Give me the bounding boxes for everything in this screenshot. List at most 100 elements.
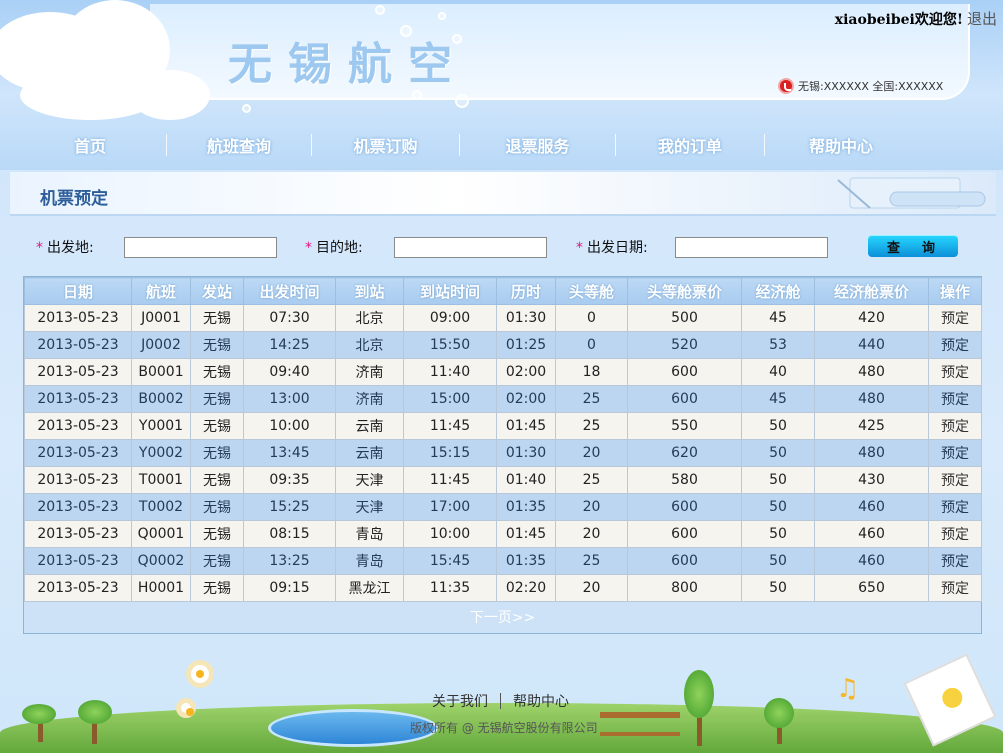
table-row: 2013-05-23 B0002 无锡 13:00 济南 15:00 02:00 25 600 4…	[24, 385, 982, 413]
table-cell: 08:15	[243, 520, 336, 548]
table-row: 2013-05-23 Q0001 无锡 08:15 青岛 10:00 01:45 20 600 5…	[24, 520, 982, 548]
table-cell: 15:50	[403, 331, 497, 359]
table-cell: 02:00	[496, 358, 556, 386]
logout-link[interactable]: 退出	[967, 8, 997, 29]
table-cell: 01:40	[496, 466, 556, 494]
nav-item-home[interactable]: 首页	[14, 133, 166, 157]
date-input[interactable]	[675, 237, 828, 258]
bubble-decoration	[438, 12, 446, 20]
table-cell: 02:00	[496, 385, 556, 413]
table-cell: 50	[741, 412, 815, 440]
table-cell: Q0002	[131, 547, 191, 575]
table-cell: 45	[741, 385, 815, 413]
table-cell: 无锡	[190, 412, 244, 440]
tree-decoration	[684, 670, 714, 718]
table-cell: J0002	[131, 331, 191, 359]
table-cell: 480	[814, 358, 929, 386]
tree-decoration	[764, 698, 794, 728]
nav-item-help[interactable]: 帮助中心	[765, 133, 917, 157]
book-link[interactable]: 预定	[928, 358, 982, 386]
book-link[interactable]: 预定	[928, 412, 982, 440]
table-header: 日期 航班 发站 出发时间 到站 到站时间 历时 头等舱 头等舱票价 经济舱 经济舱票价 操作	[24, 277, 982, 305]
table-cell: 无锡	[190, 493, 244, 521]
header: 无锡航空 xiaobeibei欢迎您! 退出 无锡:XXXXXX 全国:XXXX…	[0, 0, 1003, 170]
table-row: 2013-05-23 J0002 无锡 14:25 北京 15:50 01:25 0 520 53…	[24, 331, 982, 359]
table-cell: 460	[814, 547, 929, 575]
table-cell: B0002	[131, 385, 191, 413]
site-title: 无锡航空	[228, 39, 468, 90]
query-button[interactable]: 查询	[868, 235, 958, 257]
table-cell: 25	[555, 385, 628, 413]
table-cell: Y0002	[131, 439, 191, 467]
table-cell: 600	[627, 358, 742, 386]
table-row: 2013-05-23 Q0002 无锡 13:25 青岛 15:45 01:35 25 600 5…	[24, 547, 982, 575]
stationery-decoration	[837, 177, 986, 209]
bubble-decoration	[455, 94, 469, 108]
table-cell: 天津	[335, 466, 404, 494]
table-cell: 无锡	[190, 385, 244, 413]
table-cell: 北京	[335, 304, 404, 332]
nav-divider	[311, 134, 312, 156]
table-cell: 17:00	[403, 493, 497, 521]
tree-decoration	[78, 700, 112, 724]
section-bar: 机票预定	[10, 172, 996, 216]
table-cell: 20	[555, 439, 628, 467]
nav-item-flight-search[interactable]: 航班查询	[167, 133, 311, 157]
search-form: * 出发地: * 目的地: * 出发日期: 查询	[0, 230, 1003, 264]
book-link[interactable]: 预定	[928, 574, 982, 602]
book-link[interactable]: 预定	[928, 547, 982, 575]
nav-item-my-orders[interactable]: 我的订单	[616, 133, 764, 157]
table-cell: 15:45	[403, 547, 497, 575]
column-header: 发站	[190, 277, 244, 305]
book-link[interactable]: 预定	[928, 304, 982, 332]
from-input[interactable]	[124, 237, 277, 258]
next-page-link[interactable]: 下一页>>	[24, 607, 981, 627]
table-cell: 460	[814, 520, 929, 548]
to-label-text: 目的地:	[316, 240, 363, 256]
table-cell: 云南	[335, 439, 404, 467]
table-cell: Y0001	[131, 412, 191, 440]
main-nav: 首页 航班查询 机票订购 退票服务 我的订单 帮助中心	[0, 126, 1003, 164]
table-cell: 50	[741, 574, 815, 602]
book-link[interactable]: 预定	[928, 520, 982, 548]
column-header: 经济舱	[741, 277, 815, 305]
table-cell: 600	[627, 385, 742, 413]
book-link[interactable]: 预定	[928, 439, 982, 467]
table-cell: 01:30	[496, 439, 556, 467]
table-cell: 53	[741, 331, 815, 359]
nav-divider	[764, 134, 765, 156]
about-link[interactable]: 关于我们	[432, 691, 488, 711]
table-cell: 40	[741, 358, 815, 386]
table-cell: 11:45	[403, 466, 497, 494]
table-row: 2013-05-23 H0001 无锡 09:15 黑龙江 11:35 02:20 20 800…	[24, 574, 982, 602]
column-header: 出发时间	[243, 277, 336, 305]
table-row: 2013-05-23 T0002 无锡 15:25 天津 17:00 01:35 20 600 5…	[24, 493, 982, 521]
flower-decoration	[186, 660, 214, 688]
table-cell: 天津	[335, 493, 404, 521]
from-label-text: 出发地:	[47, 240, 94, 256]
welcome-text: xiaobeibei欢迎您!	[834, 12, 963, 28]
to-input[interactable]	[394, 237, 547, 258]
column-header: 头等舱票价	[627, 277, 742, 305]
table-cell: 18	[555, 358, 628, 386]
nav-item-refund[interactable]: 退票服务	[460, 133, 615, 157]
column-header: 操作	[928, 277, 982, 305]
footer-links: 关于我们 帮助中心	[432, 691, 569, 711]
table-cell: 2013-05-23	[24, 331, 132, 359]
book-link[interactable]: 预定	[928, 385, 982, 413]
book-link[interactable]: 预定	[928, 466, 982, 494]
phone-line: 无锡:XXXXXX 全国:XXXXXX	[778, 78, 943, 94]
table-cell: 2013-05-23	[24, 304, 132, 332]
cloud-decoration	[20, 70, 160, 120]
help-link[interactable]: 帮助中心	[513, 691, 569, 711]
table-cell: 15:00	[403, 385, 497, 413]
table-cell: 07:30	[243, 304, 336, 332]
table-cell: 550	[627, 412, 742, 440]
table-cell: 济南	[335, 385, 404, 413]
table-cell: H0001	[131, 574, 191, 602]
nav-item-ticket-order[interactable]: 机票订购	[312, 133, 459, 157]
book-link[interactable]: 预定	[928, 493, 982, 521]
table-cell: 13:45	[243, 439, 336, 467]
book-link[interactable]: 预定	[928, 331, 982, 359]
table-cell: 500	[627, 304, 742, 332]
